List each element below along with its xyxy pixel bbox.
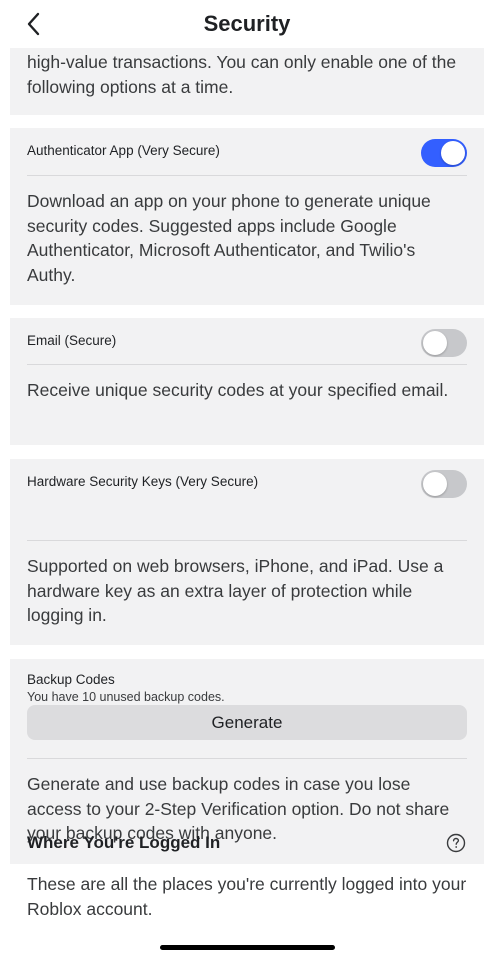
hardware-keys-row: Hardware Security Keys (Very Secure) — [27, 459, 467, 541]
home-indicator[interactable] — [160, 945, 335, 950]
authenticator-app-card: Authenticator App (Very Secure) Download… — [10, 128, 484, 305]
back-button[interactable] — [20, 10, 48, 38]
email-description: Receive unique security codes at your sp… — [27, 380, 449, 400]
question-circle-icon[interactable] — [446, 833, 466, 853]
generate-button[interactable]: Generate — [27, 705, 467, 740]
backup-codes-label: Backup Codes — [27, 672, 115, 687]
logged-in-section-title: Where You're Logged In — [27, 833, 221, 852]
hardware-keys-label: Hardware Security Keys (Very Secure) — [27, 474, 259, 489]
intro-text: high-value transactions. You can only en… — [27, 52, 457, 97]
chevron-left-icon — [27, 12, 40, 36]
authenticator-app-description: Download an app on your phone to generat… — [27, 191, 431, 285]
email-row: Email (Secure) — [27, 318, 467, 365]
header: Security — [0, 0, 494, 48]
backup-codes-row: Backup Codes You have 10 unused backup c… — [27, 659, 467, 759]
email-label: Email (Secure) — [27, 333, 117, 348]
hardware-keys-description: Supported on web browsers, iPhone, and i… — [27, 556, 444, 625]
hardware-keys-toggle[interactable] — [421, 470, 467, 498]
settings-scroll-area[interactable]: high-value transactions. You can only en… — [0, 48, 494, 960]
hardware-keys-card: Hardware Security Keys (Very Secure) Sup… — [10, 459, 484, 645]
authenticator-app-row: Authenticator App (Very Secure) — [27, 128, 467, 176]
intro-card: high-value transactions. You can only en… — [10, 48, 484, 115]
email-card: Email (Secure) Receive unique security c… — [10, 318, 484, 445]
backup-codes-subtext: You have 10 unused backup codes. — [27, 690, 225, 704]
page-title: Security — [203, 11, 291, 36]
toggle-knob — [441, 141, 465, 165]
logged-in-description: These are all the places you're currentl… — [27, 874, 467, 919]
email-toggle[interactable] — [421, 329, 467, 357]
toggle-knob — [423, 472, 447, 496]
authenticator-app-toggle[interactable] — [421, 139, 467, 167]
toggle-knob — [423, 331, 447, 355]
authenticator-app-label: Authenticator App (Very Secure) — [27, 143, 220, 158]
